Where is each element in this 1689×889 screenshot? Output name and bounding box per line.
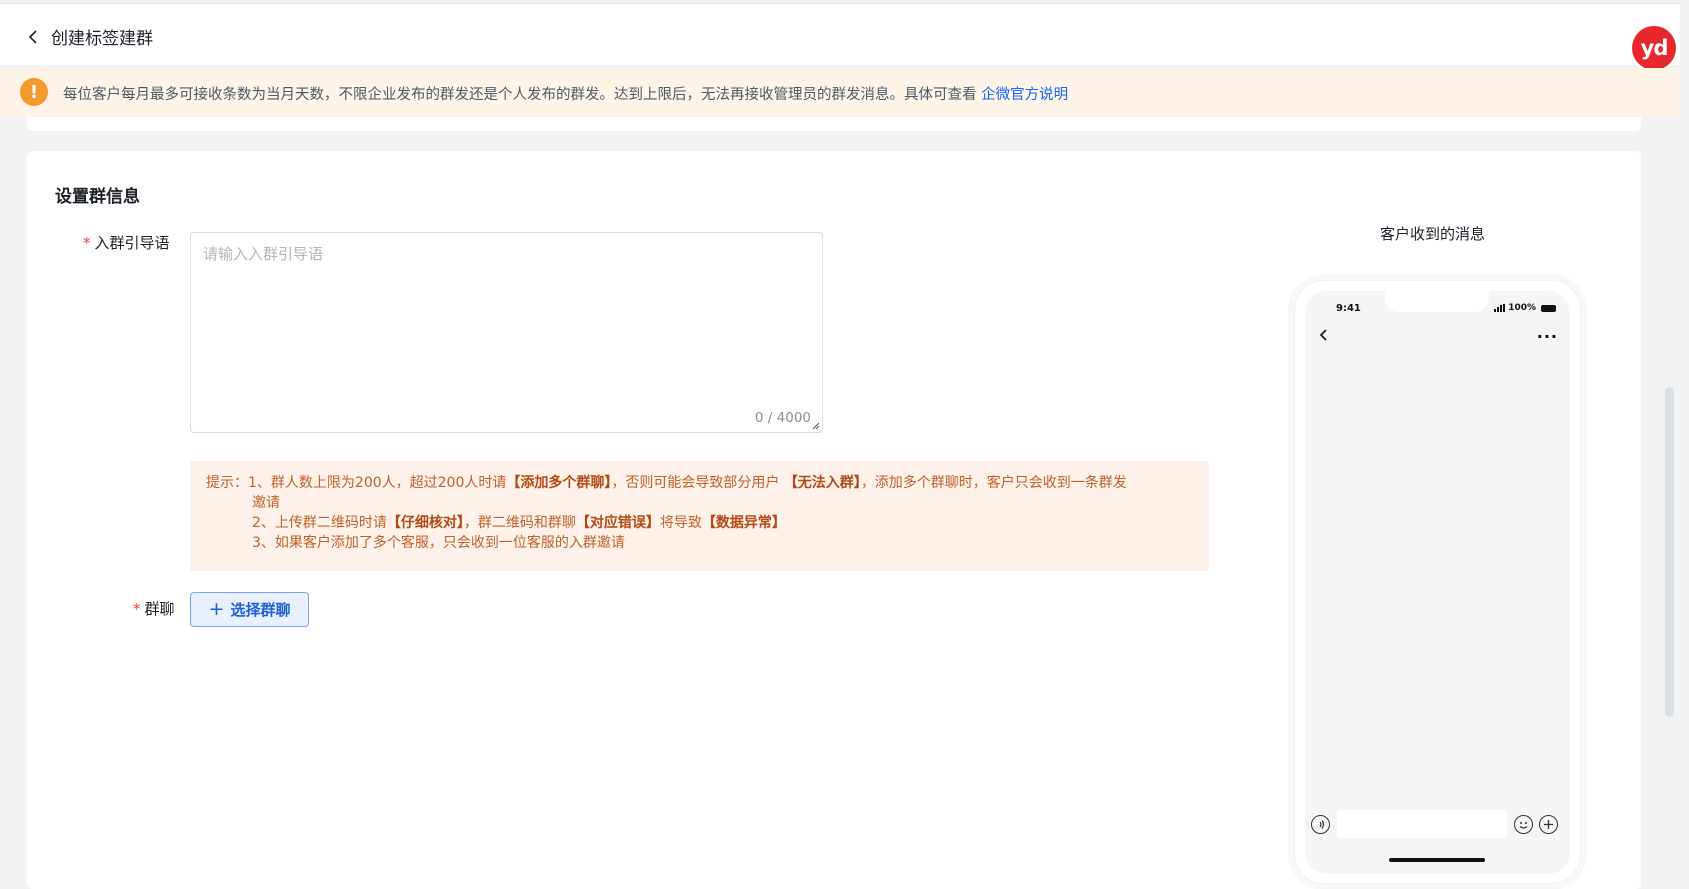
previous-section-card [27,117,1641,131]
scrollbar-thumb[interactable] [1665,387,1674,717]
tip-emphasis: 【无法入群】 [783,475,861,491]
tip-line-1-wrap: 邀请 [252,495,280,511]
tip-line-2: 2、上传群二维码时请【仔细核对】，群二维码和群聊【对应错误】将导致【数据异常】 [206,513,1193,533]
tip-emphasis: 【对应错误】 [575,515,660,531]
select-group-button[interactable]: + 选择群聊 [190,592,309,627]
phone-preview: 9:41 100% ··· [1294,280,1581,884]
tip-text: ，群二维码和群聊 [463,515,576,531]
group-label-text: 群聊 [144,600,175,618]
guide-label-text: 入群引导语 [94,234,170,252]
scrollbar-track [1680,0,1689,889]
phone-notch [1385,291,1489,312]
battery-percent: 100% [1508,303,1536,313]
character-counter: 0 / 4000 [754,410,811,426]
yd-logo-icon[interactable]: yd [1632,26,1676,70]
back-button[interactable] [22,26,44,48]
tip-text: ，否则可能会导致部分用户 [611,475,784,491]
tip-text: 将导致 [659,515,702,531]
status-time: 9:41 [1336,303,1361,314]
tip-text: 2、上传群二维码时请 [252,515,387,531]
phone-message-input[interactable] [1337,810,1507,838]
page-title: 创建标签建群 [51,29,153,49]
signal-icon [1494,304,1506,312]
phone-screen: 9:41 100% ··· [1305,291,1570,874]
home-indicator [1389,858,1485,862]
resize-handle-icon[interactable] [811,421,820,430]
guide-placeholder: 请输入入群引导语 [203,245,324,263]
group-info-card: 设置群信息 * 入群引导语 请输入入群引导语 0 / 4000 提示：1、群人数上… [27,151,1641,889]
smile-face-icon [1519,822,1528,829]
select-group-label: 选择群聊 [230,601,291,619]
tip-emphasis: 【仔细核对】 [386,515,464,531]
guide-textarea[interactable]: 请输入入群引导语 0 / 4000 [190,232,823,433]
add-circle-icon[interactable] [1539,815,1558,834]
voice-wave-icon [1317,820,1325,829]
status-icons: 100% [1494,303,1556,313]
tip-line-3: 3、如果客户添加了多个客服，只会收到一位客服的入群邀请 [252,535,625,551]
tip-emphasis: 【添加多个群聊】 [506,475,612,491]
phone-input-bar [1305,806,1570,846]
group-label: * 群聊 [133,598,175,619]
more-icon[interactable]: ··· [1537,327,1558,346]
notice-text: 每位客户每月最多可接收条数为当月天数，不限企业发布的群发还是个人发布的群发。达到… [63,83,1068,104]
notice-banner: ! 每位客户每月最多可接收条数为当月天数，不限企业发布的群发还是个人发布的群发。… [0,68,1680,117]
section-title: 设置群信息 [55,187,140,207]
tip-text: 提示：1、群人数上限为200人，超过200人时请 [206,475,507,491]
guide-label: * 入群引导语 [83,232,170,253]
required-mark: * [133,600,141,618]
page-header: 创建标签建群 yd [0,4,1680,70]
warning-icon: ! [20,78,48,106]
plus-icon: + [208,598,225,620]
battery-icon [1541,304,1556,312]
plus-icon [1544,820,1553,829]
preview-title: 客户收到的消息 [1380,225,1486,243]
notice-message: 每位客户每月最多可接收条数为当月天数，不限企业发布的群发还是个人发布的群发。达到… [63,87,977,103]
required-mark: * [83,234,91,252]
tip-emphasis: 【数据异常】 [701,515,786,531]
tip-line-1: 提示：1、群人数上限为200人，超过200人时请【添加多个群聊】，否则可能会导致… [206,473,1193,493]
official-docs-link[interactable]: 企微官方说明 [981,87,1068,103]
phone-back-icon[interactable] [1318,328,1330,342]
tips-box: 提示：1、群人数上限为200人，超过200人时请【添加多个群聊】，否则可能会导致… [190,461,1209,571]
tip-text: ，添加多个群聊时，客户只会收到一条群发 [860,475,1127,491]
voice-icon[interactable] [1311,815,1330,834]
emoji-icon[interactable] [1514,815,1533,834]
chevron-left-icon [28,30,37,44]
